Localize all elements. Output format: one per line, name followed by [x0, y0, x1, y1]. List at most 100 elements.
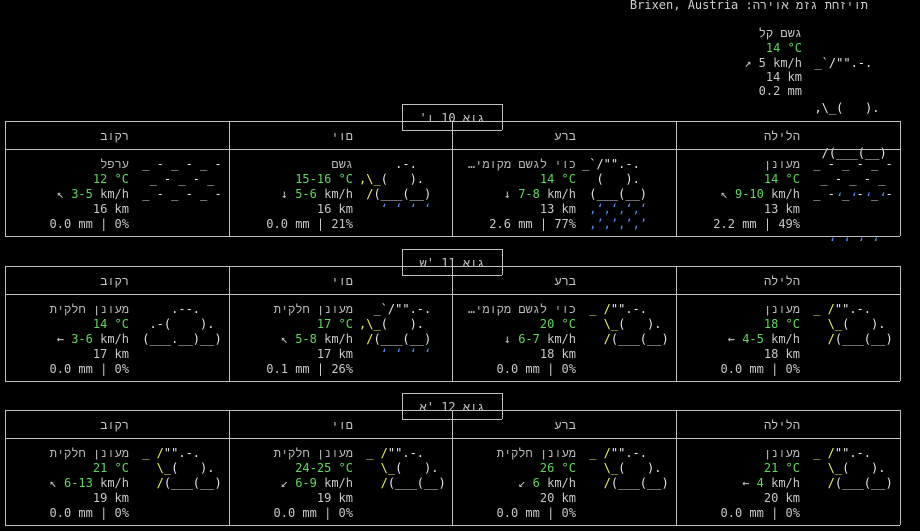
cloud-part: ( ). [842, 317, 893, 331]
current-visibility: 14 km [765, 70, 802, 84]
cell-temp: 20 °C [539, 317, 576, 331]
sun-ray: _ / [359, 446, 388, 460]
cell-wind: ↓ 7-8 km/h [452, 187, 576, 201]
cell-wind: ← 3-6 km/h [5, 332, 129, 346]
cell-precip: 0.0 mm | 0% [720, 362, 800, 376]
cell-visibility: 16 km [316, 202, 353, 216]
wind-speed: 4-5 [742, 332, 764, 346]
period-label: הלילה [763, 418, 800, 432]
cell-wind: ↓ 6-7 km/h [452, 332, 576, 346]
cloud-part: (___(__) [834, 332, 893, 346]
cell-temp: 21 °C [763, 461, 800, 475]
sun-ray: / [359, 476, 388, 490]
period-label: הלילה [763, 129, 800, 143]
wind-unit: km/h [92, 476, 129, 490]
icon-line: ( ). [582, 172, 669, 186]
wind-arrow: ↖ [49, 476, 64, 490]
cloud-part: (___(__) [610, 476, 669, 490]
cell-precip: 0.0 mm | 0% [273, 506, 353, 520]
wind-unit: km/h [763, 476, 800, 490]
wind-unit: km/h [763, 187, 800, 201]
frame-bottom [5, 381, 900, 382]
cloud-part: ( ). [395, 461, 446, 475]
cell-precip: 0.0 mm | 0% [496, 362, 576, 376]
cell-wind: ↖ 9-10 km/h [676, 187, 800, 201]
cloud-part: "".-. [387, 446, 439, 460]
wind-unit: km/h [539, 332, 576, 346]
icon-line: _ - _ - _ - [806, 157, 900, 171]
sun-ray: \_ [806, 317, 843, 331]
cell-temp: 24-25 °C [295, 461, 353, 475]
wind-speed: 5-8 [295, 332, 317, 346]
weather-icon: _ /"".-. \_( ). /(___(__) [582, 302, 669, 347]
icon-line: _`/"".-. [359, 302, 446, 316]
icon-line: _`/"".-. [582, 157, 669, 171]
cloud-part: "".-. [610, 446, 662, 460]
cell-wind: ↖ 5-8 km/h [229, 332, 353, 346]
cell-precip: 0.0 mm | 0% [720, 506, 800, 520]
icon-line: \_( ). [806, 317, 893, 332]
icon-line: _ - _ - _ - [806, 187, 900, 201]
cell-condition: גשם [331, 157, 353, 171]
cell-wind: ↙ 6-9 km/h [229, 476, 353, 490]
cloud-part: "".-. [610, 302, 662, 316]
icon-line: _ - _ - _ - [135, 157, 229, 171]
wind-arrow: ↓ [280, 187, 296, 201]
sun-ray: _ / [135, 446, 164, 460]
cloud-part: ( ). [618, 461, 669, 475]
wind-speed: 5-6 [295, 187, 317, 201]
cell-visibility: 20 km [539, 491, 576, 505]
icon-line: \_( ). [582, 317, 669, 332]
date-tab-top [402, 393, 502, 394]
weather-icon: .-. ,\_( ). /(___(__) ʻ ʻ ʻ ʻ [359, 157, 453, 217]
icon-line: .-. [359, 157, 453, 171]
icon-line: .--. [135, 302, 229, 316]
cell-visibility: 20 km [763, 491, 800, 505]
icon-line: /(___(__) [359, 187, 453, 202]
date-tab-right [502, 249, 503, 275]
wind-speed: 9-10 [734, 187, 764, 201]
period-label: ברע [554, 274, 576, 288]
cell-visibility: 18 km [539, 347, 576, 361]
cell-temp: 14 °C [92, 317, 129, 331]
cell-wind: ← 4-5 km/h [676, 332, 800, 346]
cell-wind: ← 4 km/h [676, 476, 800, 490]
period-label: רקוב [100, 129, 129, 143]
weather-icon: _ /"".-. \_( ). /(___(__) [359, 446, 446, 491]
icon-line: ‚’‚’‚’‚’ [582, 217, 669, 231]
wind-unit: km/h [316, 476, 353, 490]
cell-condition: מעונן חלקית [496, 446, 576, 460]
cloud-part: "".-. [834, 302, 886, 316]
icon-line: (___.__)__) [135, 332, 229, 346]
weather-icon: _ /"".-. \_( ). /(___(__) [806, 302, 893, 347]
wind-unit: km/h [539, 187, 576, 201]
icon-line: \_( ). [806, 461, 893, 476]
frame-right [900, 410, 901, 525]
sun-ray: _ / [582, 446, 611, 460]
icon-line: /(___(__) [359, 476, 446, 491]
cell-wind: ↖ 6-13 km/h [5, 476, 129, 490]
sun-ray: / [806, 332, 835, 346]
icon-line: \_( ). [135, 461, 222, 476]
wind-speed: 6-9 [295, 476, 317, 490]
icon-line: _ /"".-. [806, 302, 893, 317]
weather-icon: _ /"".-. \_( ). /(___(__) [806, 446, 893, 491]
cloud-part: (___(__) [387, 476, 446, 490]
wind-unit: km/h [92, 332, 129, 346]
sun-ray: / [135, 476, 164, 490]
current-precip: 0.2 mm [758, 84, 802, 98]
wind-arrow: ↓ [503, 187, 519, 201]
wind-arrow: ↙ [518, 476, 533, 490]
current-weather-icon: _`/"".-. ,\_( ). /(___(__) ʻ ʻ ʻ ʻ ʻ ʻ ʻ… [800, 26, 901, 281]
icon-line: ,\_( ). [359, 172, 453, 187]
sun-ray: / [359, 187, 374, 201]
cell-temp: 26 °C [539, 461, 576, 475]
icon-line: _ - _ - _ - [135, 187, 229, 201]
wind-unit: km/h [763, 332, 800, 346]
period-label: רקוב [100, 418, 129, 432]
sun-ray: / [582, 332, 611, 346]
weather-icon: _`/"".-. ( ). (___(__) ‚ʻ‚ʻ‚ʻ‚ʻ ‚’‚’‚’‚’ [582, 157, 669, 232]
icon-line: ʻ ʻ ʻ ʻ [359, 202, 446, 216]
frame-right [900, 121, 901, 236]
icon-line: ʻ ʻ ʻ ʻ [359, 347, 446, 361]
